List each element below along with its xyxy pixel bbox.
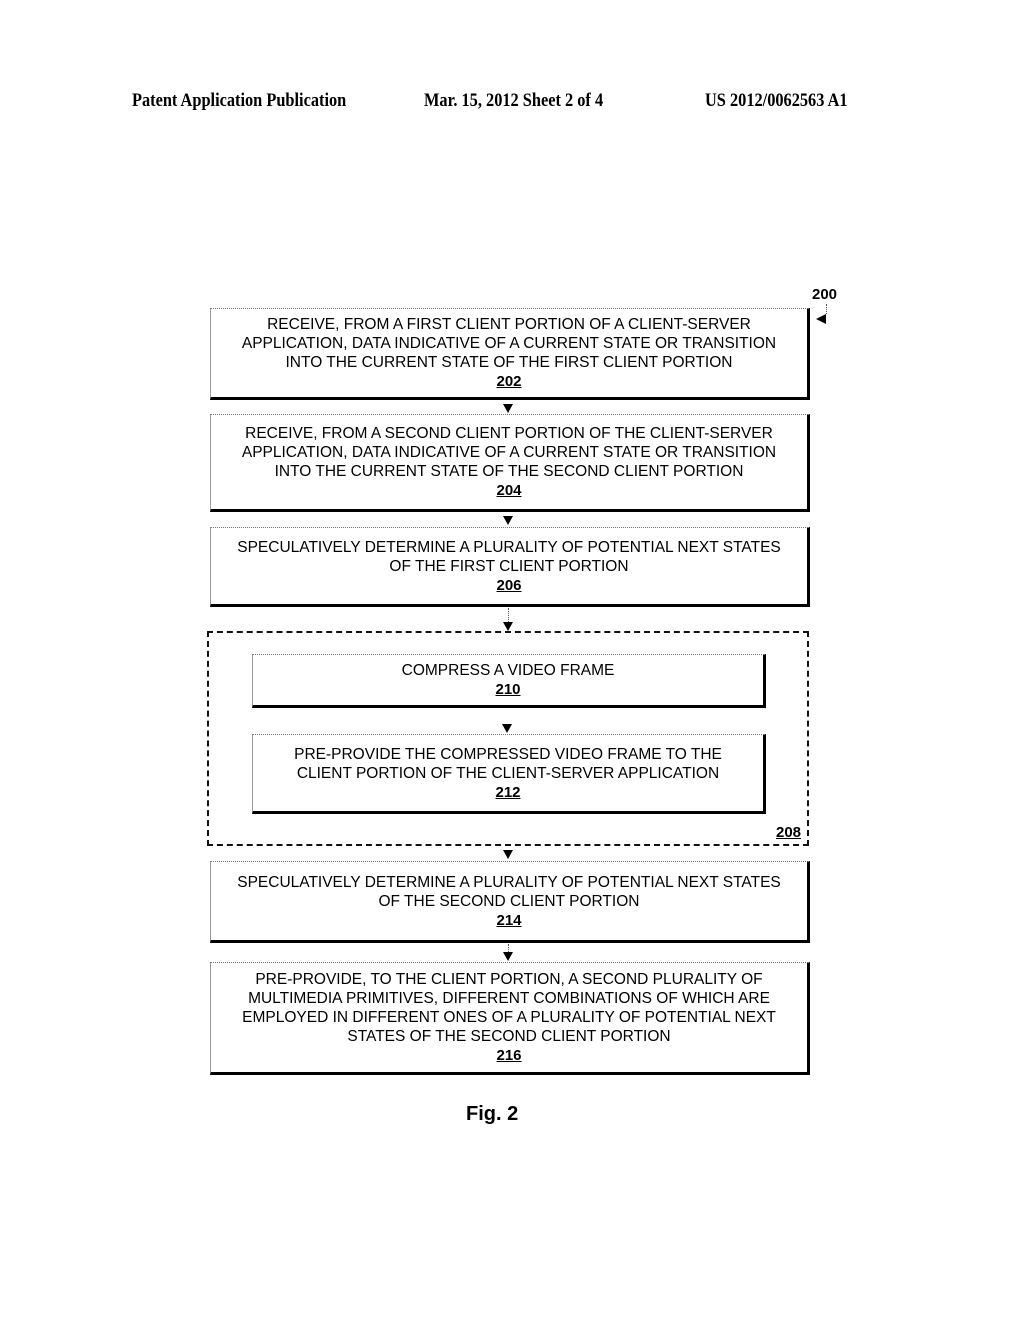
flow-arrow-icon xyxy=(503,850,513,859)
step-box-214: SPECULATIVELY DETERMINE A PLURALITY OF P… xyxy=(210,861,810,943)
flow-arrow-icon xyxy=(503,516,513,525)
step-box-204: RECEIVE, FROM A SECOND CLIENT PORTION OF… xyxy=(210,414,810,512)
flow-stem xyxy=(508,608,509,622)
header-publication: Patent Application Publication xyxy=(132,90,347,111)
step-ref: 204 xyxy=(496,482,522,499)
group-ref-208: 208 xyxy=(776,824,802,841)
step-text: RECEIVE, FROM A SECOND CLIENT PORTION OF… xyxy=(241,425,777,480)
header-date-sheet: Mar. 15, 2012 Sheet 2 of 4 xyxy=(424,90,604,111)
header-pub-number: US 2012/0062563 A1 xyxy=(705,90,848,111)
figure-ref-label: 200 xyxy=(812,286,838,303)
flow-stem xyxy=(508,944,509,952)
figure-ref-leader xyxy=(826,304,827,314)
step-ref: 206 xyxy=(496,576,522,594)
figure-label: Fig. 2 xyxy=(466,1103,519,1125)
flow-arrow-icon xyxy=(502,724,512,733)
figure-ref-arrow-icon xyxy=(816,314,826,324)
step-box-216: PRE-PROVIDE, TO THE CLIENT PORTION, A SE… xyxy=(210,962,810,1075)
step-box-206: SPECULATIVELY DETERMINE A PLURALITY OF P… xyxy=(210,527,810,607)
step-text: RECEIVE, FROM A FIRST CLIENT PORTION OF … xyxy=(241,316,777,371)
step-ref: 212 xyxy=(495,783,521,801)
flow-arrow-icon xyxy=(503,622,513,631)
step-ref: 214 xyxy=(496,911,522,929)
flow-arrow-icon xyxy=(503,952,513,961)
flow-arrow-icon xyxy=(503,404,513,413)
step-box-210: COMPRESS A VIDEO FRAME 210 xyxy=(252,654,766,708)
step-text: SPECULATIVELY DETERMINE A PLURALITY OF P… xyxy=(237,538,781,575)
step-ref: 202 xyxy=(496,373,522,390)
step-text: PRE-PROVIDE THE COMPRESSED VIDEO FRAME T… xyxy=(294,745,722,782)
step-ref: 216 xyxy=(496,1047,522,1064)
step-ref: 210 xyxy=(495,681,521,698)
step-text: PRE-PROVIDE, TO THE CLIENT PORTION, A SE… xyxy=(242,971,776,1045)
step-box-202: RECEIVE, FROM A FIRST CLIENT PORTION OF … xyxy=(210,308,810,400)
step-text: SPECULATIVELY DETERMINE A PLURALITY OF P… xyxy=(237,873,781,910)
step-text: COMPRESS A VIDEO FRAME xyxy=(401,662,615,679)
step-box-212: PRE-PROVIDE THE COMPRESSED VIDEO FRAME T… xyxy=(252,734,766,814)
